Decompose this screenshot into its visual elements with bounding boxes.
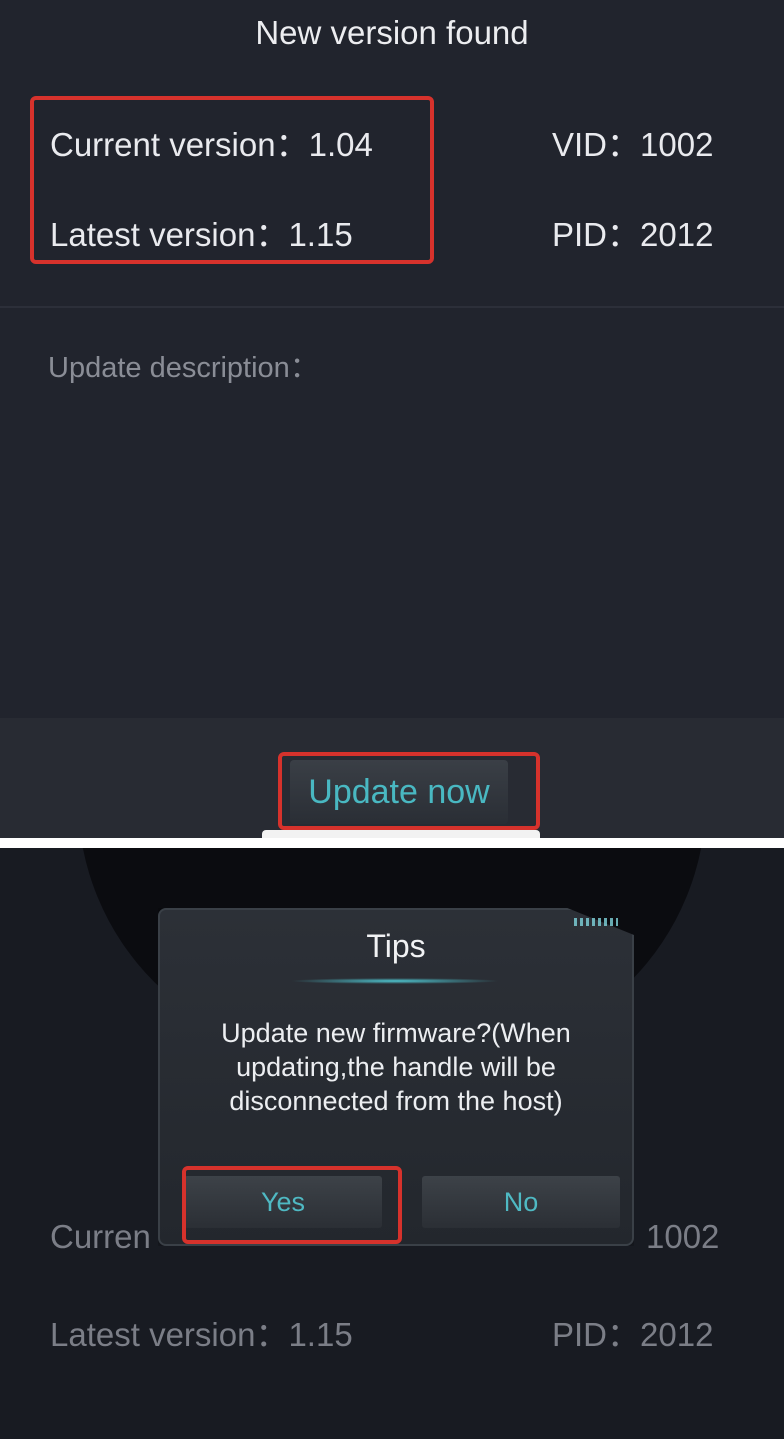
version-highlight-box (30, 96, 434, 264)
no-button[interactable]: No (422, 1176, 620, 1228)
dialog-title: Tips (366, 928, 426, 964)
section-divider (0, 306, 784, 308)
dialog-message: Update new firmware?(When updating,the h… (221, 1018, 571, 1116)
current-version-text-dimmed: Curren (50, 1218, 151, 1255)
yes-button-highlight-box (182, 1166, 402, 1244)
screenshot-separator (0, 838, 784, 848)
page-title: New version found (255, 14, 529, 51)
dialog-corner-decoration (574, 918, 618, 926)
update-button-highlight-box (278, 752, 540, 830)
latest-version-text-dimmed: Latest version：1.15 (50, 1316, 353, 1353)
vid-text-dimmed: 1002 (646, 1218, 720, 1255)
home-indicator (262, 830, 540, 838)
vid-text: VID：1002 (552, 126, 714, 163)
pid-text-dimmed: PID：2012 (552, 1316, 714, 1353)
dialog-title-glow (290, 978, 500, 984)
update-description-label: Update description： (48, 352, 319, 384)
confirm-screen: Curren 1002 Latest version：1.15 PID：2012… (0, 848, 784, 1439)
pid-text: PID：2012 (552, 216, 714, 253)
update-screen: New version found Current version：1.04 L… (0, 0, 784, 838)
